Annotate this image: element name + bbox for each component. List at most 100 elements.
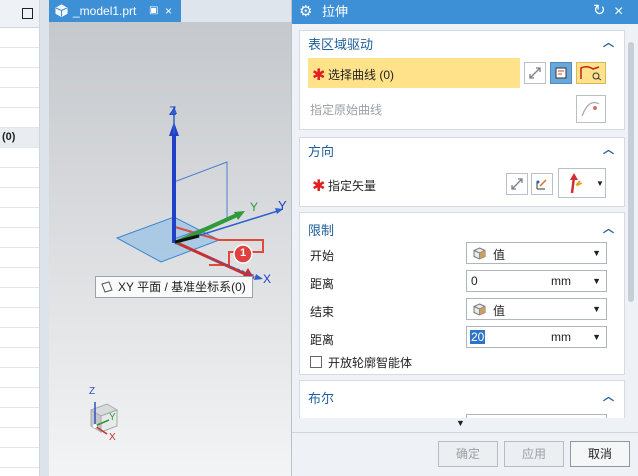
dropdown-arrow-icon: ▼ [596, 179, 604, 188]
end-unit: mm [551, 330, 571, 344]
more-options-icon[interactable]: ▼ [456, 418, 465, 428]
navigator-list: (0) [0, 28, 39, 468]
reverse-vector-button[interactable] [506, 173, 528, 195]
navigator-row[interactable] [0, 88, 39, 108]
navigator-row[interactable] [0, 228, 39, 248]
modified-icon: ▣ [149, 5, 159, 16]
badge-count: 1 [240, 247, 247, 259]
required-star-icon: ✱ [312, 67, 326, 84]
swap-icon [511, 178, 523, 190]
navigator-row[interactable] [0, 328, 39, 348]
selection-tooltip: XY 平面 / 基准坐标系(0) [95, 276, 253, 298]
boolean-dropdown[interactable] [466, 414, 607, 418]
curve-select-icon [580, 65, 602, 81]
graphics-viewport[interactable]: Z Y Y X 1 Z Y X XY 平面 / 基准坐标系(0) [49, 22, 291, 476]
specify-vector-row[interactable]: ✱ 指定矢量 ▼ [300, 168, 624, 200]
navigator-row[interactable] [0, 208, 39, 228]
chevron-up-icon[interactable]: ︿ [603, 220, 614, 236]
section-builder-button[interactable] [550, 62, 572, 84]
tab-close-icon[interactable]: × [165, 0, 172, 22]
limits-header[interactable]: 限制 ︿ [300, 217, 624, 241]
end-label: 结束 [310, 305, 335, 319]
dialog-footer: 确定 应用 取消 [292, 432, 638, 476]
navigator-row[interactable] [0, 268, 39, 288]
select-curve-label: 选择曲线 (0) [328, 68, 395, 82]
navigator-row[interactable] [0, 248, 39, 268]
specify-origin-row[interactable]: 指定原始曲线 [300, 95, 624, 125]
tab-title: _model1.prt [73, 4, 137, 18]
end-option-value: 值 [493, 304, 506, 318]
tab-model1[interactable]: _model1.prt ▣ × [49, 0, 181, 22]
section-drive-group: 表区域驱动 ︿ ✱ 选择曲线 (0) 指定原始曲线 [299, 30, 625, 130]
navigator-row[interactable] [0, 448, 39, 468]
y-axis-label-green: Y [250, 200, 259, 214]
dropdown-arrow-icon[interactable]: ▼ [592, 332, 601, 342]
navigator-row[interactable] [0, 68, 39, 88]
start-distance-input[interactable]: 0 mm ▼ [466, 270, 607, 292]
section-drive-header[interactable]: 表区域驱动 ︿ [300, 31, 624, 55]
curve-select-button[interactable] [576, 62, 606, 84]
reverse-direction-button[interactable] [524, 62, 546, 84]
direction-label: 方向 [308, 144, 335, 159]
boolean-header[interactable]: 布尔 ︿ [300, 385, 624, 409]
origin-curve-icon [581, 101, 600, 117]
splitter[interactable] [40, 0, 49, 476]
scrollbar-thumb[interactable] [628, 42, 634, 302]
part-file-icon [55, 4, 68, 17]
part-navigator-panel: (0) [0, 0, 40, 476]
x-axis-label: X [263, 272, 272, 286]
navigator-row[interactable] [0, 288, 39, 308]
y-axis-label: Y [278, 198, 287, 213]
ok-button[interactable]: 确定 [438, 441, 498, 467]
navigator-row[interactable] [0, 108, 39, 128]
gear-icon[interactable]: ⚙ [299, 4, 312, 20]
required-star-icon: ✱ [312, 178, 326, 195]
select-curve-row[interactable]: ✱ 选择曲线 (0) [300, 58, 624, 88]
vector-dialog-button[interactable] [531, 173, 553, 195]
start-option-value: 值 [493, 248, 506, 262]
cancel-button[interactable]: 取消 [570, 441, 630, 467]
plane-icon [101, 281, 113, 293]
vector-icon [570, 173, 583, 194]
limits-label: 限制 [308, 223, 335, 238]
start-option-dropdown[interactable]: 值 ▼ [466, 242, 607, 264]
direction-group: 方向 ︿ ✱ 指定矢量 ▼ [299, 137, 625, 207]
navigator-row[interactable] [0, 48, 39, 68]
navigator-row[interactable] [0, 168, 39, 188]
end-option-dropdown[interactable]: 值 ▼ [466, 298, 607, 320]
dropdown-arrow-icon[interactable]: ▼ [592, 276, 601, 286]
mini-z-label: Z [89, 386, 96, 397]
navigator-row[interactable] [0, 428, 39, 448]
start-distance-label: 距离 [310, 277, 335, 291]
navigator-row[interactable] [0, 28, 39, 48]
open-profile-checkbox[interactable] [310, 356, 322, 368]
close-icon[interactable]: × [614, 0, 623, 24]
specify-origin-button[interactable] [576, 95, 606, 123]
apply-button[interactable]: 应用 [504, 441, 564, 467]
end-distance-label: 距离 [310, 333, 335, 347]
end-distance-value: 20 [470, 330, 486, 344]
specify-vector-label: 指定矢量 [328, 179, 377, 193]
navigator-row[interactable] [0, 148, 39, 168]
direction-header[interactable]: 方向 ︿ [300, 138, 624, 162]
navigator-row[interactable] [0, 368, 39, 388]
mini-x-label: X [109, 432, 116, 443]
navigator-row[interactable]: (0) [0, 128, 39, 148]
vector-type-dropdown[interactable]: ▼ [558, 168, 606, 198]
navigator-row[interactable] [0, 188, 39, 208]
chevron-up-icon[interactable]: ︿ [603, 34, 614, 50]
chevron-up-icon[interactable]: ︿ [603, 141, 614, 157]
navigator-row[interactable] [0, 388, 39, 408]
end-distance-input[interactable]: 20 mm ▼ [466, 326, 607, 348]
navigator-row[interactable] [0, 348, 39, 368]
panel-header [0, 0, 39, 28]
cube-icon [473, 247, 486, 260]
start-label: 开始 [310, 249, 335, 263]
dropdown-arrow-icon: ▼ [592, 248, 601, 258]
chevron-up-icon[interactable]: ︿ [603, 388, 614, 404]
navigator-row[interactable] [0, 308, 39, 328]
maximize-icon[interactable] [22, 8, 33, 19]
section-drive-label: 表区域驱动 [308, 37, 374, 52]
navigator-row[interactable] [0, 408, 39, 428]
reset-icon[interactable]: ↻ [593, 1, 606, 19]
